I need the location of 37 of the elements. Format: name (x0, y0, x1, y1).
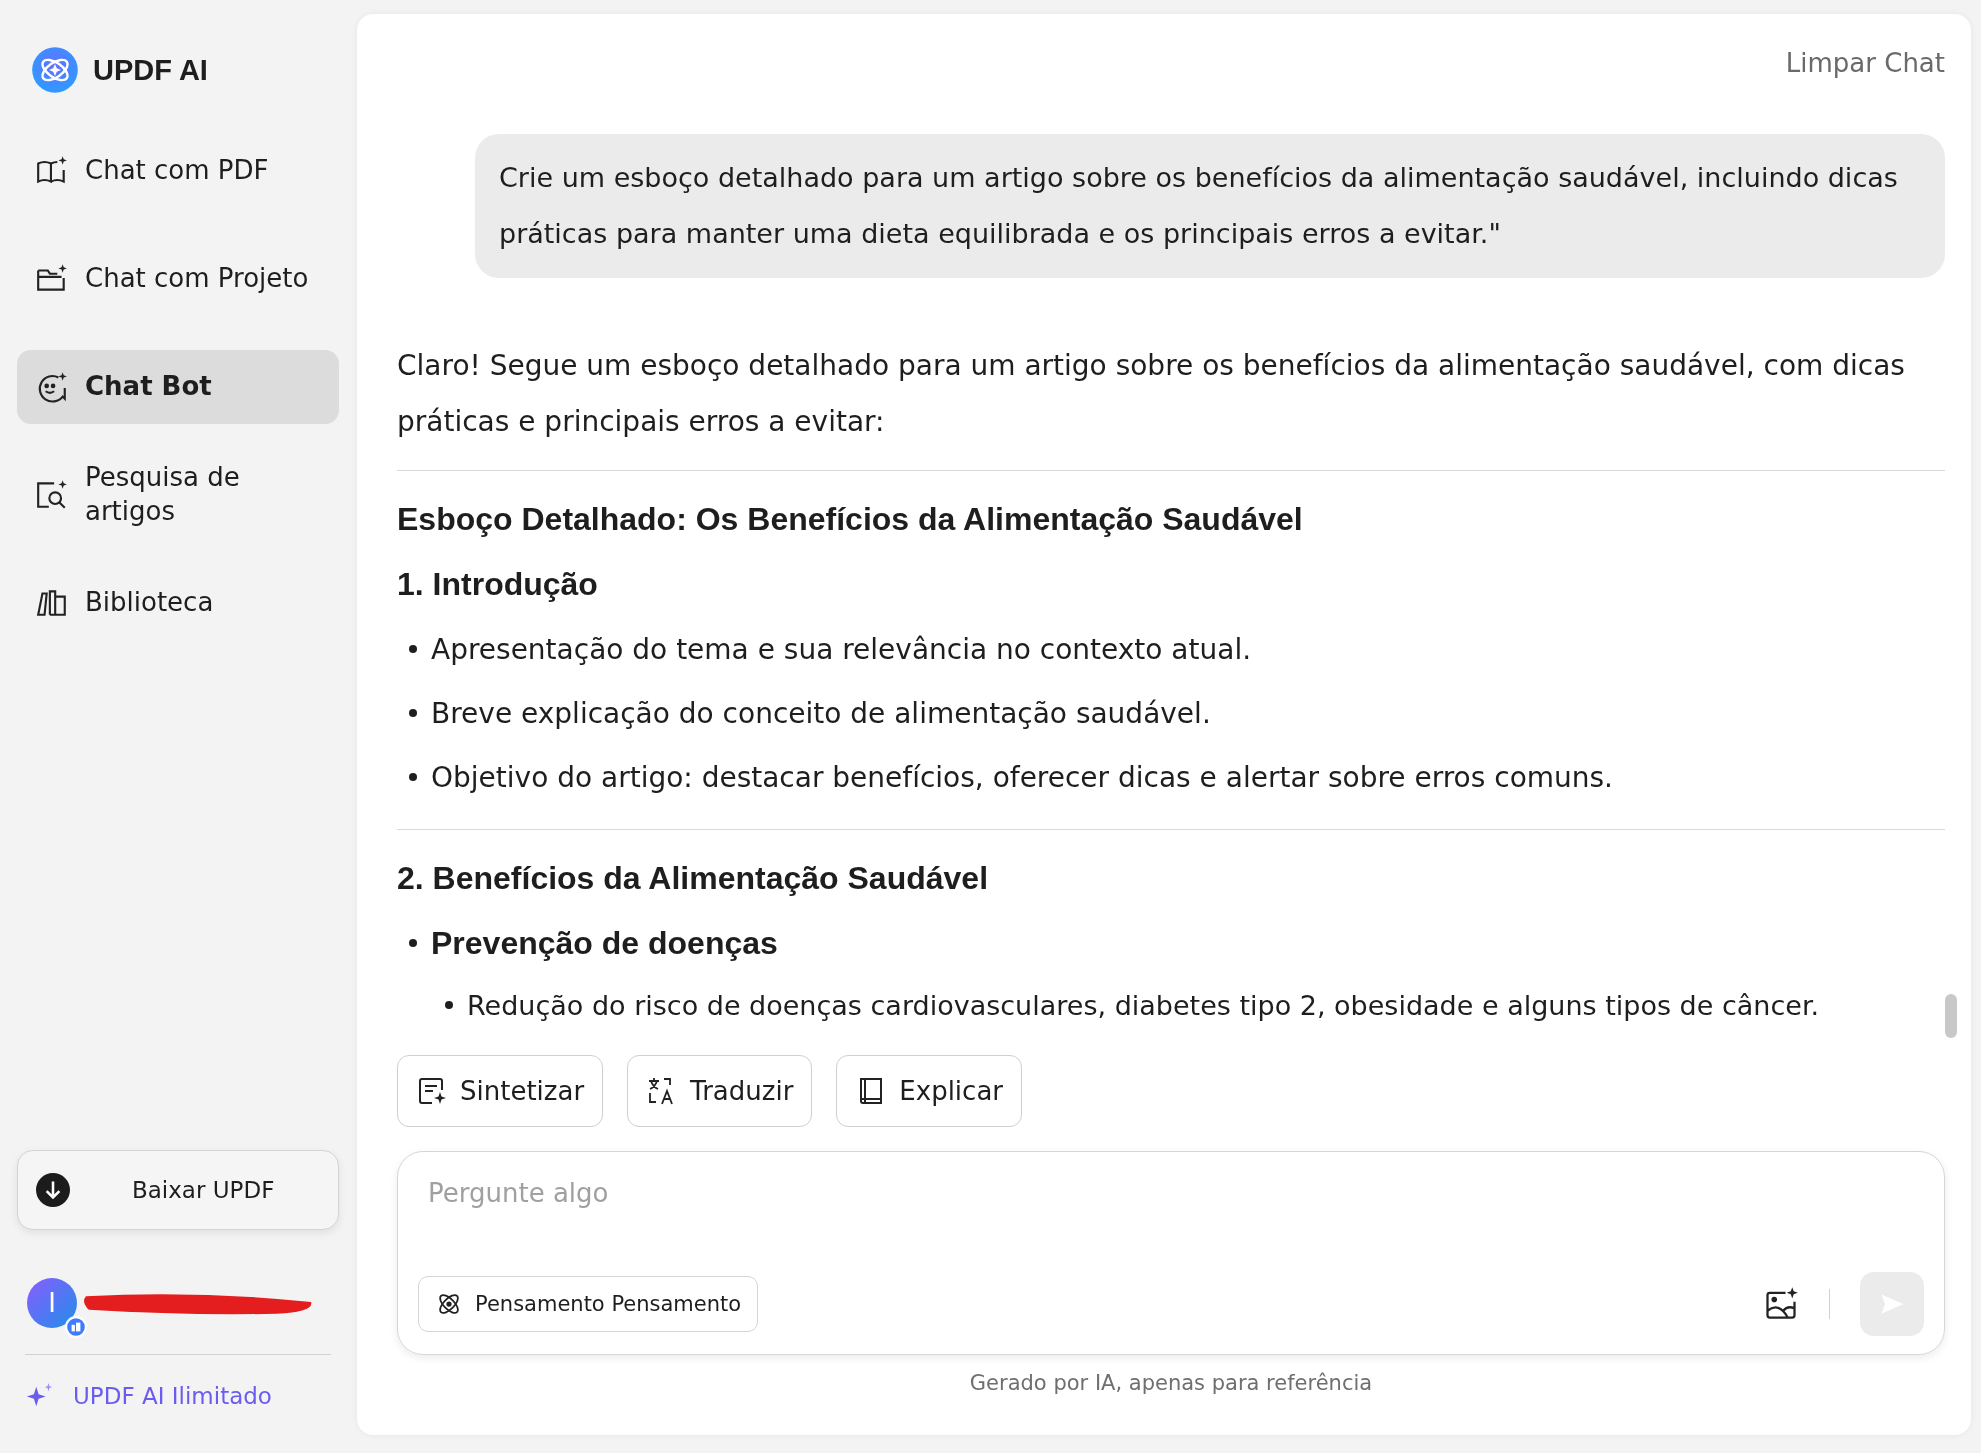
bullet-text: Breve explicação do conceito de alimentação saudável. (431, 696, 1211, 730)
sidebar-item[interactable]: Chat com PDF (17, 134, 339, 208)
sidebar-item[interactable]: Chat com Projeto (17, 242, 339, 316)
bullet-text: Apresentação do tema e sua relevância no contexto atual. (431, 632, 1252, 666)
sidebar-item[interactable]: Chat Bot (17, 350, 339, 424)
thinking-mode-button[interactable]: Pensamento Pensamento (418, 1276, 759, 1332)
action-button[interactable]: Explicar (836, 1055, 1022, 1127)
bullet-text: Prevenção de doenças (431, 924, 778, 962)
action-button[interactable]: Traduzir (627, 1055, 813, 1127)
badge-icon (65, 1316, 87, 1338)
download-icon (36, 1173, 70, 1207)
sidebar-item[interactable]: Pesquisa de artigos (17, 458, 339, 532)
bullet-dot (445, 1001, 453, 1009)
disclaimer-text: Gerado por IA, apenas para referência (968, 1371, 1374, 1395)
user-message: Crie um esboço detalhado para um artigo sobre os benefícios da alimentação saudável, incluindo dicas práticas para manter uma dieta equilibrada e os principais erros a evitar." (475, 134, 1945, 278)
logo-icon (31, 46, 79, 94)
download-button[interactable]: Baixar UPDF (17, 1150, 339, 1230)
clear-chat-link[interactable]: Limpar Chat (1785, 48, 1945, 78)
user-avatar[interactable]: I (27, 1278, 77, 1328)
bullet-dot (409, 773, 417, 781)
upgrade-link[interactable]: UPDF AI Ilimitado (25, 1381, 339, 1411)
bullet-text: Redução do risco de doenças cardiovasculares, diabetes tipo 2, obesidade e alguns tipos de câncer. (467, 989, 1820, 1021)
sidebar-item[interactable]: Biblioteca (17, 566, 339, 640)
message-composer[interactable]: Pergunte algo Pensamento Pensamento (397, 1151, 1945, 1355)
bullet-text: Objetivo do artigo: destacar benefícios, oferecer dicas e alertar sobre erros comuns. (431, 760, 1613, 794)
action-button[interactable]: Sintetizar (397, 1055, 604, 1127)
answer-paragraph: Claro! Segue um esboço detalhado para um artigo sobre os benefícios da alimentação saudável, com dicas práticas e principais erros a evitar: (397, 348, 1906, 440)
bullet-dot (409, 709, 417, 717)
bullet-dot (409, 939, 417, 947)
app-title: UPDF AI (93, 53, 208, 87)
section-heading: 2. Benefícios da Alimentação Saudável (397, 860, 990, 897)
section-heading: 1. Introdução (397, 566, 599, 603)
scrollbar-thumb[interactable] (1945, 994, 1957, 1038)
image-upload-icon[interactable] (1763, 1286, 1799, 1322)
answer-title: Esboço Detalhado: Os Benefícios da Alimentação Saudável (397, 501, 1304, 538)
summary-icon (416, 1075, 448, 1107)
bullet-dot (409, 645, 417, 653)
